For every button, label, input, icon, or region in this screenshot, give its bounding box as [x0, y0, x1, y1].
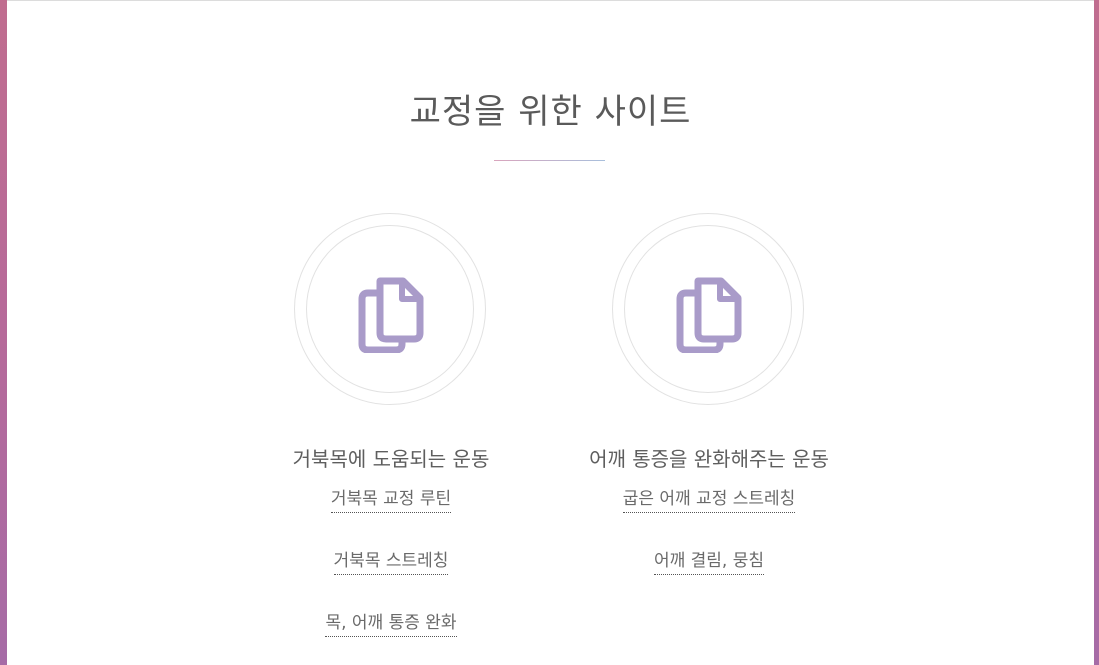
icon-circle [294, 213, 486, 405]
link-neck-shoulder-pain-relief[interactable]: 목, 어깨 통증 완화 [325, 612, 457, 637]
section-heading: 어깨 통증을 완화해주는 운동 [589, 447, 829, 471]
copy-icon [358, 277, 424, 353]
link-turtle-neck-routine[interactable]: 거북목 교정 루틴 [330, 488, 452, 513]
icon-circle-inner [306, 225, 474, 393]
link-list: 굽은 어깨 교정 스트레칭 어깨 결림, 뭉침 [549, 488, 869, 612]
page-title: 교정을 위한 사이트 [409, 92, 692, 132]
title-underline [494, 160, 605, 161]
link-turtle-neck-stretching[interactable]: 거북목 스트레칭 [333, 550, 449, 575]
link-rounded-shoulder-stretching[interactable]: 굽은 어깨 교정 스트레칭 [622, 488, 796, 513]
link-list: 거북목 교정 루틴 거북목 스트레칭 목, 어깨 통증 완화 [231, 488, 551, 665]
copy-icon [676, 277, 742, 353]
icon-circle-inner [624, 225, 792, 393]
link-shoulder-stiffness[interactable]: 어깨 결림, 뭉침 [653, 550, 765, 575]
section-heading: 거북목에 도움되는 운동 [292, 447, 490, 471]
top-divider [7, 0, 1094, 1]
icon-circle [612, 213, 804, 405]
page-content: 교정을 위한 사이트 거북목에 도움되는 운동 거북목 교정 루틴 거북목 스트… [7, 0, 1094, 665]
